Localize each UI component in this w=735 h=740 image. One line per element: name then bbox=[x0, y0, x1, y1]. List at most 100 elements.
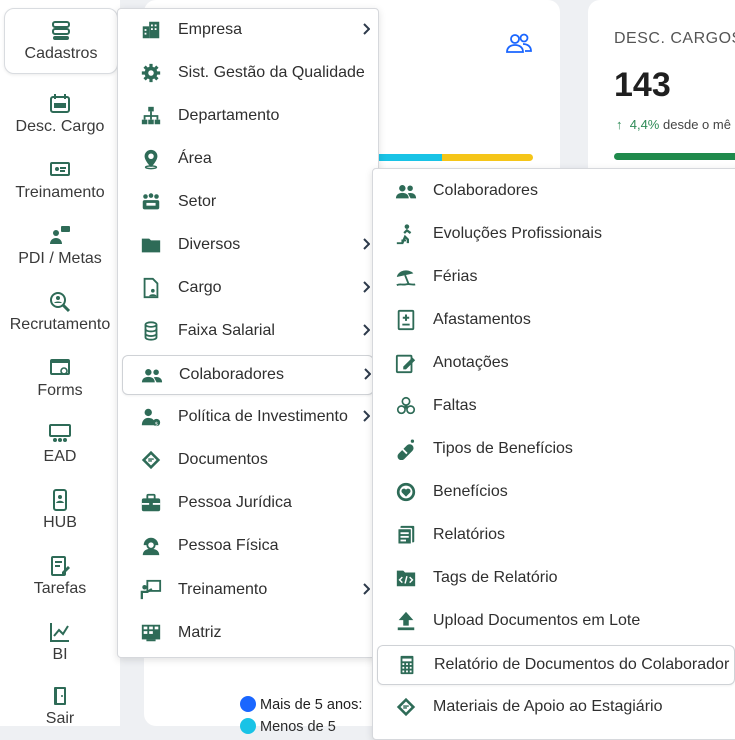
menu-item-departamento[interactable]: Departamento bbox=[122, 97, 372, 135]
sidebar-item-bi[interactable]: BI bbox=[4, 610, 116, 674]
menu-item-politica-investimento[interactable]: $ Política de Investimento bbox=[122, 398, 372, 436]
legend-item: Menos de 5 bbox=[240, 718, 336, 735]
sidebar-item-hub[interactable]: HUB bbox=[4, 478, 116, 542]
menu-item-faixa-salarial[interactable]: Faixa Salarial bbox=[122, 312, 372, 350]
document-user-icon bbox=[143, 277, 159, 299]
sidebar-item-label: Treinamento bbox=[15, 184, 105, 201]
presentation-icon bbox=[50, 162, 70, 176]
menu-item-tipos-beneficios[interactable]: Tipos de Benefícios bbox=[377, 430, 733, 468]
menu-item-beneficios[interactable]: Benefícios bbox=[377, 473, 733, 511]
menu-item-faltas[interactable]: Faltas bbox=[377, 387, 733, 425]
person-icon bbox=[142, 537, 160, 556]
investor-icon: $ bbox=[141, 408, 161, 427]
menu-item-label: Afastamentos bbox=[433, 311, 531, 328]
card-value: 143 bbox=[614, 66, 671, 104]
menu-item-tags-relatorio[interactable]: Tags de Relatório bbox=[377, 559, 733, 597]
stairs-climb-icon bbox=[396, 224, 412, 245]
sidebar-item-label: Recrutamento bbox=[9, 316, 111, 333]
menu-item-pessoa-fisica[interactable]: Pessoa Física bbox=[122, 527, 372, 565]
spreadsheet-icon bbox=[400, 655, 414, 675]
chevron-right-icon bbox=[363, 238, 370, 250]
teacher-icon bbox=[140, 579, 162, 600]
sidebar-item-label: PDI / Metas bbox=[18, 250, 102, 267]
menu-item-ferias[interactable]: Férias bbox=[377, 258, 733, 296]
person-chat-icon bbox=[50, 226, 70, 244]
matrix-icon bbox=[141, 624, 161, 642]
progress-bar bbox=[614, 153, 735, 160]
menu-item-label: Matriz bbox=[178, 624, 222, 641]
briefcase-icon bbox=[141, 493, 161, 512]
svg-text:$: $ bbox=[155, 421, 159, 427]
calendar-icon bbox=[50, 94, 70, 113]
menu-item-label: Férias bbox=[433, 268, 478, 285]
sidebar-item-sair[interactable]: Sair bbox=[4, 674, 116, 738]
menu-item-label: Política de Investimento bbox=[178, 408, 348, 425]
menu-item-empresa[interactable]: Empresa bbox=[122, 11, 372, 49]
card-title: DESC. CARGOS bbox=[614, 30, 735, 47]
chevron-right-icon bbox=[363, 583, 370, 595]
note-edit-icon bbox=[395, 354, 416, 374]
menu-item-diversos[interactable]: Diversos bbox=[122, 226, 372, 264]
menu-item-setor[interactable]: Setor bbox=[122, 183, 372, 221]
chevron-right-icon bbox=[363, 281, 370, 293]
coins-icon bbox=[144, 321, 158, 341]
menu-item-label: Empresa bbox=[178, 21, 243, 38]
delta-caption: desde o mê bbox=[663, 117, 731, 132]
menu-item-treinamento[interactable]: Treinamento bbox=[122, 571, 372, 609]
sidebar-item-label: Forms bbox=[37, 382, 83, 399]
sidebar-item-ead[interactable]: EAD bbox=[4, 412, 116, 476]
cadastros-menu: Empresa Sist. Gestão da Qualidade Depart… bbox=[117, 8, 379, 658]
chevron-right-icon bbox=[363, 324, 370, 336]
menu-item-label: Departamento bbox=[178, 107, 280, 124]
distribution-bar bbox=[376, 154, 533, 161]
legend-dot-icon bbox=[240, 696, 256, 712]
legend-label: Menos de 5 bbox=[260, 719, 336, 735]
sidebar-item-label: HUB bbox=[43, 514, 77, 531]
menu-item-label: Cargo bbox=[178, 279, 222, 296]
map-pin-icon bbox=[144, 149, 158, 170]
card-delta: ↑ 4,4% desde o mê bbox=[616, 117, 731, 132]
menu-item-pessoa-juridica[interactable]: Pessoa Jurídica bbox=[122, 484, 372, 522]
menu-item-label: Diversos bbox=[178, 236, 241, 253]
sidebar-item-forms[interactable]: Forms bbox=[4, 346, 116, 410]
menu-item-upload-documentos-lote[interactable]: Upload Documentos em Lote bbox=[377, 602, 733, 640]
menu-item-materiais-apoio-estagiario[interactable]: Materiais de Apoio ao Estagiário bbox=[377, 688, 733, 726]
menu-item-label: Tags de Relatório bbox=[433, 569, 558, 586]
menu-item-matriz[interactable]: Matriz bbox=[122, 614, 372, 652]
menu-item-relatorio-documentos-colaborador[interactable]: Relatório de Documentos do Colaborador bbox=[377, 645, 735, 685]
certificate-icon bbox=[396, 697, 416, 717]
menu-item-label: Materiais de Apoio ao Estagiário bbox=[433, 698, 663, 715]
menu-item-label: Upload Documentos em Lote bbox=[433, 612, 641, 629]
bar-segment-yellow bbox=[442, 154, 533, 161]
medical-doc-icon bbox=[397, 309, 415, 331]
menu-item-colaboradores[interactable]: Colaboradores bbox=[122, 355, 374, 395]
menu-item-documentos[interactable]: Documentos bbox=[122, 441, 372, 479]
menu-item-colaboradores[interactable]: Colaboradores bbox=[377, 172, 733, 210]
menu-item-afastamentos[interactable]: Afastamentos bbox=[377, 301, 733, 339]
folder-icon bbox=[141, 238, 161, 253]
menu-item-evolucoes-profissionais[interactable]: Evoluções Profissionais bbox=[377, 215, 733, 253]
bar-segment-cyan bbox=[376, 154, 442, 161]
menu-item-label: Faixa Salarial bbox=[178, 322, 275, 339]
sidebar-item-cadastros[interactable]: Cadastros bbox=[4, 8, 118, 74]
menu-item-label: Área bbox=[178, 150, 212, 167]
sidebar-item-pdi-metas[interactable]: PDI / Metas bbox=[4, 214, 116, 278]
form-icon bbox=[50, 359, 70, 375]
menu-item-cargo[interactable]: Cargo bbox=[122, 269, 372, 307]
sidebar-item-label: EAD bbox=[43, 448, 77, 465]
edit-task-icon bbox=[51, 556, 70, 576]
team-icon bbox=[142, 193, 160, 210]
sidebar-item-tarefas[interactable]: Tarefas bbox=[4, 544, 116, 608]
delta-value: 4,4% bbox=[629, 117, 660, 132]
chevron-right-icon bbox=[363, 23, 370, 35]
menu-item-label: Colaboradores bbox=[433, 182, 538, 199]
menu-item-relatorios[interactable]: Relatórios bbox=[377, 516, 733, 554]
sidebar-item-recrutamento[interactable]: Recrutamento bbox=[4, 280, 116, 344]
menu-item-label: Setor bbox=[178, 193, 217, 210]
sidebar-item-treinamento[interactable]: Treinamento bbox=[4, 148, 116, 212]
menu-item-label: Anotações bbox=[433, 354, 509, 371]
menu-item-sist-gestao-qualidade[interactable]: Sist. Gestão da Qualidade bbox=[122, 54, 372, 92]
menu-item-anotacoes[interactable]: Anotações bbox=[377, 344, 733, 382]
sidebar-item-desc-cargo[interactable]: Desc. Cargo bbox=[4, 82, 116, 146]
menu-item-area[interactable]: Área bbox=[122, 140, 372, 178]
